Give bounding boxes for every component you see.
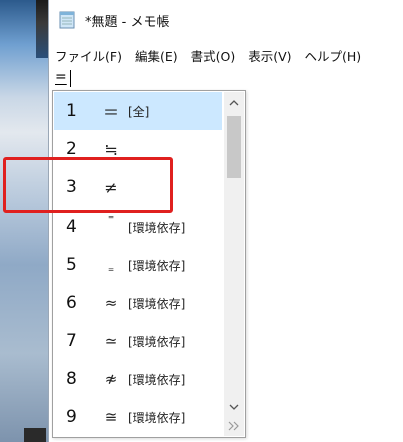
- candidate-item[interactable]: 6 ≈ [環境依存]: [54, 284, 222, 322]
- candidate-number: 9: [66, 407, 77, 427]
- candidate-note: [環境依存]: [128, 410, 186, 425]
- candidate-symbol: ≠: [104, 177, 118, 197]
- desktop-shortcut-icon[interactable]: [36, 0, 48, 58]
- candidate-item[interactable]: 7 ≃ [環境依存]: [54, 322, 222, 360]
- candidate-symbol: ≃: [104, 332, 118, 350]
- candidate-item[interactable]: 8 ≉ [環境依存]: [54, 360, 222, 398]
- double-chevron-right-icon[interactable]: [224, 416, 244, 436]
- scroll-thumb[interactable]: [227, 116, 241, 178]
- title-bar[interactable]: *無題 - メモ帳: [49, 0, 403, 40]
- candidate-symbol: ₌: [107, 261, 115, 275]
- candidate-note: [環境依存]: [128, 220, 186, 235]
- candidate-note: [環境依存]: [128, 296, 186, 311]
- candidate-number: 1: [66, 101, 77, 121]
- candidate-item[interactable]: 4 ⁼ [環境依存]: [54, 208, 222, 246]
- candidate-symbol: ⁼: [107, 212, 115, 226]
- menu-file[interactable]: ファイル(F): [49, 46, 129, 65]
- text-caret: [70, 70, 71, 87]
- desktop-shortcut-icon[interactable]: [24, 428, 46, 442]
- candidate-number: 8: [66, 369, 77, 389]
- menu-bar: ファイル(F) 編集(E) 書式(O) 表示(V) ヘルプ(H): [49, 44, 403, 66]
- candidate-number: 4: [66, 217, 77, 237]
- desktop-background: [0, 0, 48, 442]
- candidate-number: 6: [66, 293, 77, 313]
- menu-format[interactable]: 書式(O): [185, 46, 243, 65]
- candidate-symbol: ≈: [104, 294, 118, 312]
- menu-help[interactable]: ヘルプ(H): [299, 46, 369, 65]
- candidate-item[interactable]: 1 ＝ [全]: [54, 92, 222, 130]
- ime-composition-text: =: [55, 69, 67, 85]
- chevron-down-icon[interactable]: [224, 398, 244, 416]
- candidate-number: 5: [66, 255, 77, 275]
- candidate-scrollbar[interactable]: [224, 92, 244, 436]
- candidate-item[interactable]: 5 ₌ [環境依存]: [54, 246, 222, 284]
- candidate-note: [環境依存]: [128, 258, 186, 273]
- candidate-symbol: ≉: [104, 370, 118, 388]
- candidate-note: [環境依存]: [128, 372, 186, 387]
- candidate-symbol: ≒: [104, 139, 118, 159]
- candidate-note: [全]: [128, 104, 150, 119]
- candidate-number: 7: [66, 331, 77, 351]
- candidate-number: 2: [66, 139, 77, 159]
- candidate-symbol: ＝: [102, 103, 119, 122]
- candidate-item[interactable]: 2 ≒: [54, 130, 222, 168]
- notepad-icon: [59, 11, 75, 29]
- ime-candidate-window: 1 ＝ [全] 2 ≒ 3 ≠ 4 ⁼ [環境依存] 5 ₌ [環境依存] 6 …: [52, 90, 246, 438]
- notepad-window: *無題 - メモ帳 ファイル(F) 編集(E) 書式(O) 表示(V) ヘルプ(…: [48, 0, 403, 442]
- candidate-item[interactable]: 9 ≅ [環境依存]: [54, 398, 222, 436]
- window-title: *無題 - メモ帳: [85, 14, 170, 30]
- chevron-up-icon[interactable]: [224, 94, 244, 112]
- candidate-symbol: ≅: [104, 408, 118, 426]
- menu-edit[interactable]: 編集(E): [129, 46, 185, 65]
- candidate-number: 3: [66, 177, 77, 197]
- candidate-item[interactable]: 3 ≠: [54, 168, 222, 206]
- menu-view[interactable]: 表示(V): [242, 46, 298, 65]
- candidate-note: [環境依存]: [128, 334, 186, 349]
